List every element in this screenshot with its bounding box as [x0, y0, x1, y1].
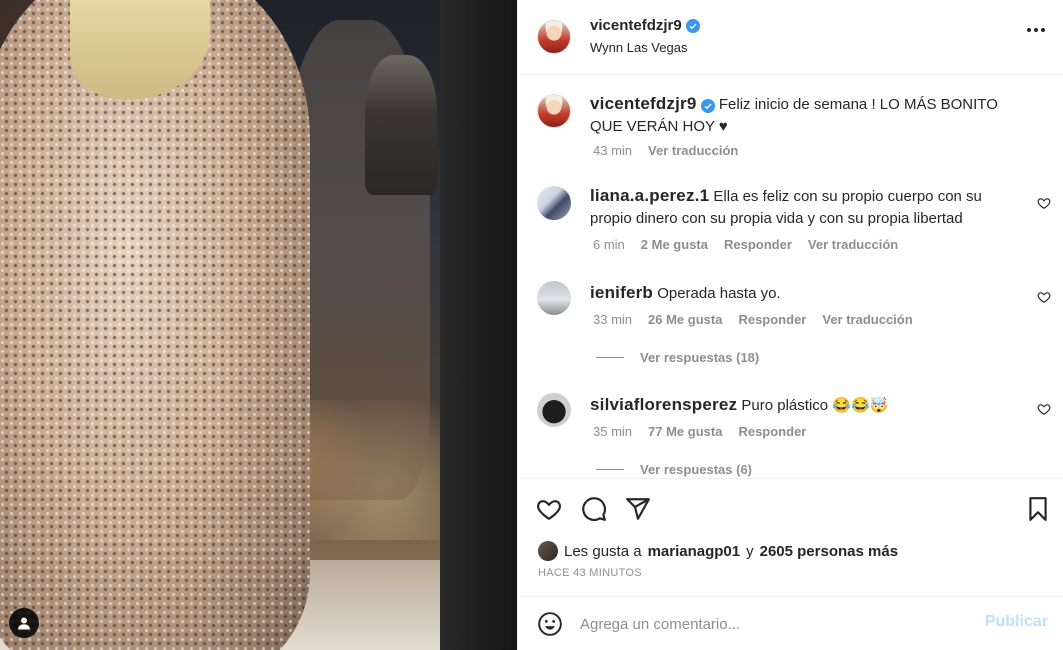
- post-actions: Les gusta a marianagp01 y 2605 personas …: [518, 478, 1063, 596]
- comment-reply-button[interactable]: Responder: [738, 312, 806, 327]
- caption-meta: 43 min Ver traducción: [593, 143, 738, 158]
- commenter-username[interactable]: ieniferb: [590, 283, 653, 302]
- comment-like-heart-icon[interactable]: [1037, 196, 1051, 210]
- liker-avatar[interactable]: [538, 541, 558, 561]
- comment-reply-button[interactable]: Responder: [738, 424, 806, 439]
- commenter-username[interactable]: silviaflorensperez: [590, 395, 737, 414]
- caption-item: vicentefdzjr9 Feliz inicio de semana ! L…: [518, 76, 1063, 171]
- post-photo[interactable]: [0, 0, 517, 650]
- comment-text-block: silviaflorensperez Puro plástico 😂😂🤯: [590, 394, 1020, 417]
- more-options-button[interactable]: [1027, 28, 1045, 32]
- post-timestamp[interactable]: HACE 43 MINUTOS: [538, 567, 642, 579]
- paper-plane-icon[interactable]: [625, 496, 651, 522]
- view-replies-button[interactable]: Ver respuestas (6): [596, 462, 752, 477]
- caption-translate-link[interactable]: Ver traducción: [648, 143, 738, 158]
- post-location[interactable]: Wynn Las Vegas: [590, 40, 687, 55]
- comment-likes[interactable]: 77 Me gusta: [648, 424, 722, 439]
- comment-likes[interactable]: 2 Me gusta: [641, 237, 708, 252]
- speech-bubble-icon[interactable]: [581, 496, 607, 522]
- commenter-username[interactable]: liana.a.perez.1: [590, 186, 709, 205]
- comment-item: ieniferb Operada hasta yo. 33 min 26 Me …: [518, 276, 1063, 371]
- comment-text-block: liana.a.perez.1 Ella es feliz con su pro…: [590, 185, 1020, 230]
- replies-divider: [596, 357, 624, 358]
- view-replies-label[interactable]: Ver respuestas (6): [640, 462, 752, 477]
- comment-translate-link[interactable]: Ver traducción: [808, 237, 898, 252]
- comment-text: Puro plástico 😂😂🤯: [741, 397, 889, 414]
- comment-text-block: ieniferb Operada hasta yo.: [590, 282, 1020, 305]
- author-username-row: vicentefdzjr9: [590, 17, 700, 34]
- author-username[interactable]: vicentefdzjr9: [590, 17, 682, 34]
- comment-time: 35 min: [593, 424, 633, 439]
- add-comment-bar: Publicar: [518, 596, 1063, 650]
- photographer-reflection: [365, 55, 437, 195]
- comment-text: Operada hasta yo.: [657, 285, 781, 302]
- comment-likes[interactable]: 26 Me gusta: [648, 312, 722, 327]
- comment-input[interactable]: [580, 611, 960, 637]
- comment-item: silviaflorensperez Puro plástico 😂😂🤯 35 …: [518, 388, 1063, 478]
- comment-meta: 33 min 26 Me gusta Responder Ver traducc…: [593, 312, 913, 327]
- post-header: vicentefdzjr9 Wynn Las Vegas: [518, 0, 1063, 75]
- rhinestone-bodysuit: [0, 0, 310, 650]
- user-tag-icon: [18, 617, 30, 630]
- comment-time: 6 min: [593, 237, 625, 252]
- comment-meta: 6 min 2 Me gusta Responder Ver traducció…: [593, 237, 898, 252]
- replies-divider: [596, 469, 624, 470]
- comment-like-heart-icon[interactable]: [1037, 290, 1051, 304]
- commenter-avatar[interactable]: [537, 281, 571, 315]
- comment-translate-link[interactable]: Ver traducción: [822, 312, 912, 327]
- likes-joiner: y: [746, 542, 754, 560]
- window-frame: [440, 0, 517, 650]
- verified-badge-icon: [700, 99, 715, 113]
- bookmark-icon[interactable]: [1025, 496, 1051, 522]
- author-avatar[interactable]: [537, 20, 571, 54]
- publish-button[interactable]: Publicar: [985, 613, 1048, 631]
- verified-badge-icon: [685, 18, 700, 33]
- likes-summary: Les gusta a marianagp01 y 2605 personas …: [538, 541, 898, 561]
- comment-meta: 35 min 77 Me gusta Responder: [593, 424, 806, 439]
- commenter-avatar[interactable]: [537, 393, 571, 427]
- comments-list[interactable]: vicentefdzjr9 Feliz inicio de semana ! L…: [518, 76, 1063, 478]
- comment-time: 33 min: [593, 312, 633, 327]
- caption-author-avatar[interactable]: [537, 94, 571, 128]
- caption-text-block: vicentefdzjr9 Feliz inicio de semana ! L…: [590, 93, 1030, 138]
- likes-prefix: Les gusta a: [564, 542, 642, 560]
- comment-item: liana.a.perez.1 Ella es feliz con su pro…: [518, 176, 1063, 261]
- view-replies-label[interactable]: Ver respuestas (18): [640, 350, 759, 365]
- post-side-panel: vicentefdzjr9 Wynn Las Vegas vicentefdzj…: [517, 0, 1063, 650]
- caption-time: 43 min: [593, 143, 633, 158]
- liker-username[interactable]: marianagp01: [648, 543, 741, 560]
- comment-like-heart-icon[interactable]: [1037, 402, 1051, 416]
- smiley-icon[interactable]: [537, 611, 563, 637]
- user-tag-button[interactable]: [9, 608, 39, 638]
- caption-author[interactable]: vicentefdzjr9: [590, 94, 697, 113]
- comment-reply-button[interactable]: Responder: [724, 237, 792, 252]
- heart-outline-icon[interactable]: [536, 496, 562, 522]
- commenter-avatar[interactable]: [537, 186, 571, 220]
- more-horizontal-icon: [1027, 28, 1031, 32]
- likes-others[interactable]: 2605 personas más: [760, 543, 898, 560]
- view-replies-button[interactable]: Ver respuestas (18): [596, 350, 759, 365]
